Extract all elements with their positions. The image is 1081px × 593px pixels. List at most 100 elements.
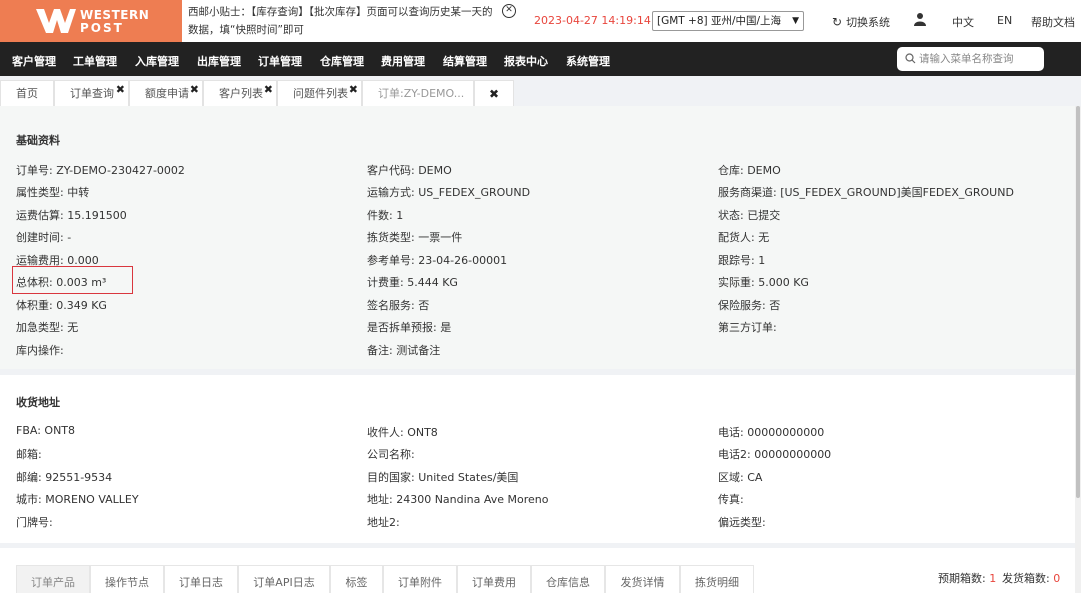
total-volume-highlight xyxy=(12,266,133,294)
service-channel: 服务商渠道: [US_FEDEX_GROUND]美国FEDEX_GROUND xyxy=(718,186,1014,199)
email: 邮箱: xyxy=(16,448,42,461)
region: 区域: CA xyxy=(718,471,763,484)
shipped-boxes: 发货箱数: 0 xyxy=(1002,570,1060,586)
create-time: 创建时间: - xyxy=(16,231,72,244)
tab-order-products[interactable]: 订单产品 xyxy=(16,565,90,593)
switch-system-label: 切换系统 xyxy=(846,16,891,29)
tab-issue-list[interactable]: 问题件列表 ✖ xyxy=(277,80,362,106)
address-line2: 地址2: xyxy=(367,516,400,529)
nav-workorder[interactable]: 工单管理 xyxy=(73,53,117,69)
tab-order-detail[interactable]: 订单:ZY-DEMO... xyxy=(362,80,474,106)
shipped-boxes-value: 0 xyxy=(1053,572,1061,585)
picker: 配货人: 无 xyxy=(718,231,770,244)
nav-system[interactable]: 系统管理 xyxy=(566,53,610,69)
shipped-boxes-label: 发货箱数: xyxy=(1002,572,1050,585)
chevron-down-icon: ▼ xyxy=(792,16,799,26)
tab-order-query[interactable]: 订单查询 ✖ xyxy=(54,80,129,106)
actual-weight: 实际重: 5.000 KG xyxy=(718,276,809,289)
current-datetime: 2023-04-27 14:19:14 xyxy=(534,14,651,27)
refresh-icon: ↻ xyxy=(832,15,843,29)
insurance-service: 保险服务: 否 xyxy=(718,299,781,312)
main-nav: 客户管理 工单管理 入库管理 出库管理 订单管理 仓库管理 费用管理 结算管理 … xyxy=(0,42,1081,76)
customer-code: 客户代码: DEMO xyxy=(367,164,452,177)
close-icon[interactable]: ✖ xyxy=(264,77,273,103)
expected-boxes-label: 预期箱数: xyxy=(938,572,986,585)
remark: 备注: 测试备注 xyxy=(367,344,441,357)
postal-code: 邮编: 92551-9534 xyxy=(16,471,113,484)
switch-system-button[interactable]: ↻ 切换系统 xyxy=(832,14,890,30)
nav-settlement[interactable]: 结算管理 xyxy=(443,53,487,69)
tab-label: 额度申请 xyxy=(145,87,189,100)
help-docs-link[interactable]: 帮助文档 xyxy=(1031,14,1075,30)
tab-home[interactable]: 首页 xyxy=(0,80,54,106)
close-tab-icon[interactable]: ✖ xyxy=(474,80,514,106)
remote-type: 偏远类型: xyxy=(718,516,766,529)
timezone-select[interactable]: [GMT +8] 亚州/中国/上海 ▼ xyxy=(652,11,804,31)
phone2: 电话2: 00000000000 xyxy=(718,448,832,461)
nav-order[interactable]: 订单管理 xyxy=(258,53,302,69)
tab-picking-details[interactable]: 拣货明细 xyxy=(680,565,754,593)
close-icon[interactable]: ✖ xyxy=(116,77,125,103)
nav-warehouse[interactable]: 仓库管理 xyxy=(320,53,364,69)
tab-warehouse-info[interactable]: 仓库信息 xyxy=(531,565,605,593)
reference-number: 参考单号: 23-04-26-00001 xyxy=(367,254,508,267)
nav-customer[interactable]: 客户管理 xyxy=(12,53,56,69)
user-icon[interactable] xyxy=(914,12,926,29)
basic-info-panel: 基础资料 订单号: ZY-DEMO-230427-0002 属性类型: 中转 运… xyxy=(0,106,1075,369)
nav-inbound[interactable]: 入库管理 xyxy=(135,53,179,69)
fax: 传真: xyxy=(718,493,744,506)
close-tip-icon[interactable]: ✕ xyxy=(502,4,516,18)
tab-bar: 首页 订单查询 ✖ 额度申请 ✖ 客户列表 ✖ 问题件列表 ✖ 订单:ZY-DEMO..… xyxy=(0,80,1081,106)
piece-count: 件数: 1 xyxy=(367,209,404,222)
nav-report[interactable]: 报表中心 xyxy=(504,53,548,69)
tab-order-api-log[interactable]: 订单API日志 xyxy=(238,565,330,593)
third-party-order: 第三方订单: xyxy=(718,321,777,334)
tab-label: 问题件列表 xyxy=(293,87,348,100)
close-icon[interactable]: ✖ xyxy=(349,77,358,103)
order-number: 订单号: ZY-DEMO-230427-0002 xyxy=(16,164,185,177)
top-bar: WESTERN POST 西邮小贴士：【库存查询】【批次库存】页面可以查询历史某… xyxy=(0,0,1081,42)
close-icon[interactable]: ✖ xyxy=(190,77,199,103)
expected-boxes-value: 1 xyxy=(989,572,997,585)
nav-outbound[interactable]: 出库管理 xyxy=(197,53,241,69)
search-icon xyxy=(905,53,916,64)
wp-logo-icon xyxy=(36,9,76,33)
attribute-type: 属性类型: 中转 xyxy=(16,186,90,199)
warehouse: 仓库: DEMO xyxy=(718,164,781,177)
shipping-address-title: 收货地址 xyxy=(16,396,60,409)
scrollbar-thumb[interactable] xyxy=(1076,106,1080,498)
company-name: 公司名称: xyxy=(367,448,415,461)
tab-operation-nodes[interactable]: 操作节点 xyxy=(90,565,164,593)
tab-order-log[interactable]: 订单日志 xyxy=(164,565,238,593)
nav-fee[interactable]: 费用管理 xyxy=(381,53,425,69)
phone: 电话: 00000000000 xyxy=(718,426,825,439)
tab-credit-apply[interactable]: 额度申请 ✖ xyxy=(129,80,203,106)
tab-customer-list[interactable]: 客户列表 ✖ xyxy=(203,80,277,106)
address-line1: 地址: 24300 Nandina Ave Moreno xyxy=(367,493,549,506)
page-scrollbar[interactable] xyxy=(1075,106,1081,593)
detail-tabs-panel: 订单产品 操作节点 订单日志 订单API日志 标签 订单附件 订单费用 仓库信息… xyxy=(0,548,1075,593)
fba-code: FBA: ONT8 xyxy=(16,424,76,437)
tab-label: 客户列表 xyxy=(219,87,263,100)
lang-en-link[interactable]: EN xyxy=(997,14,1012,27)
tab-label: 订单:ZY-DEMO... xyxy=(378,87,465,100)
tab-label: 首页 xyxy=(16,87,38,100)
lang-zh-link[interactable]: 中文 xyxy=(952,14,974,30)
tab-order-attachments[interactable]: 订单附件 xyxy=(383,565,457,593)
menu-search-input[interactable]: 请输入菜单名称查询 xyxy=(897,47,1044,71)
destination-country: 目的国家: United States/美国 xyxy=(367,471,519,484)
brand-name-line2: POST xyxy=(80,21,124,35)
urgent-type: 加急类型: 无 xyxy=(16,321,79,334)
city: 城市: MORENO VALLEY xyxy=(16,493,139,506)
brand-logo[interactable]: WESTERN POST xyxy=(0,0,182,42)
tab-shipping-details[interactable]: 发货详情 xyxy=(605,565,680,593)
expected-boxes: 预期箱数: 1 xyxy=(938,570,996,586)
status: 状态: 已提交 xyxy=(718,209,781,222)
tab-label: 订单查询 xyxy=(70,87,114,100)
tab-order-fees[interactable]: 订单费用 xyxy=(457,565,531,593)
shipping-address-panel: 收货地址 FBA: ONT8 邮箱: 邮编: 92551-9534 城市: MO… xyxy=(0,375,1075,543)
freight-estimate: 运费估算: 15.191500 xyxy=(16,209,127,222)
signature-service: 签名服务: 否 xyxy=(367,299,430,312)
tab-label[interactable]: 标签 xyxy=(330,565,383,593)
tip-text: 西邮小贴士：【库存查询】【批次库存】页面可以查询历史某一天的数据，填“快照时间”… xyxy=(188,6,493,36)
